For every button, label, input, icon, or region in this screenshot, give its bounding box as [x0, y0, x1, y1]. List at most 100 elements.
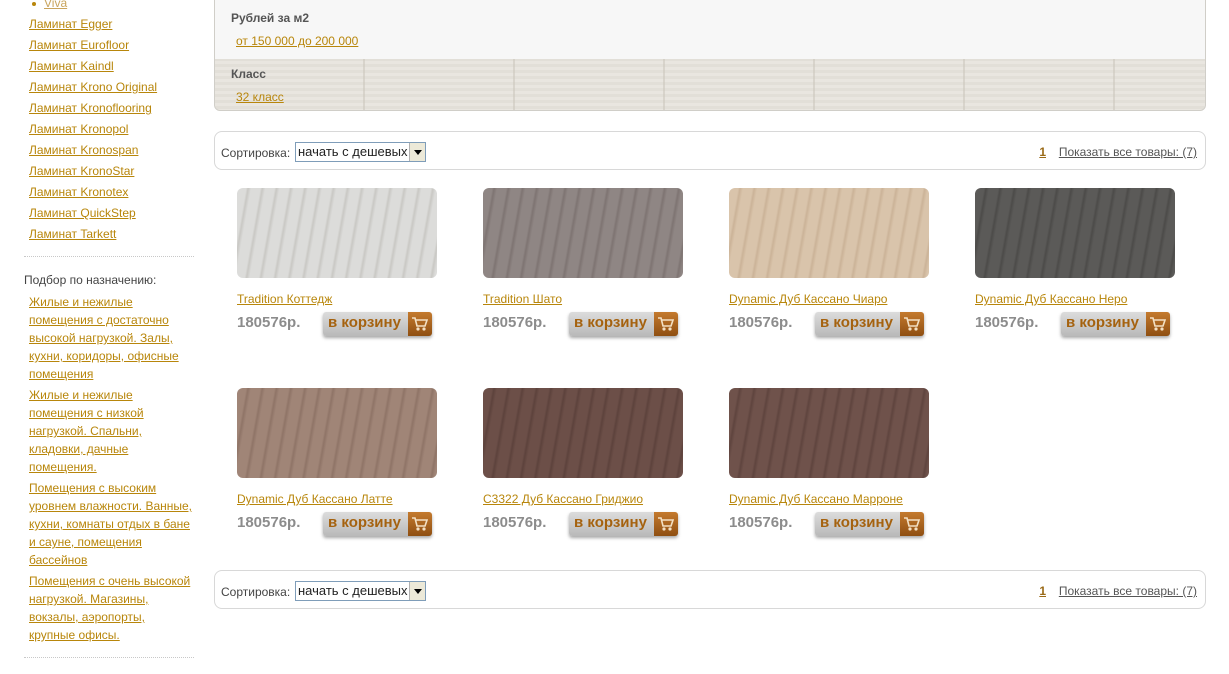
- add-to-cart-label: в корзину: [328, 314, 401, 331]
- product-name-link[interactable]: Dynamic Дуб Кассано Чиаро: [729, 292, 887, 306]
- cart-icon: [654, 512, 678, 536]
- cart-icon: [900, 312, 924, 336]
- brand-link[interactable]: Ламинат Kronotex: [29, 185, 128, 199]
- sort-bar-bottom: Сортировка: начать с дешевых 1 Показать …: [214, 570, 1206, 609]
- brand-link[interactable]: Ламинат Kronospan: [29, 143, 138, 157]
- filter-panel: Рублей за м2 от 150 000 до 200 000 Класс…: [214, 0, 1206, 111]
- product-image[interactable]: [483, 388, 683, 478]
- chevron-down-icon[interactable]: [409, 582, 425, 600]
- price-filter-link[interactable]: от 150 000 до 200 000: [236, 34, 358, 48]
- sort-label: Сортировка:: [221, 146, 291, 160]
- sort-label: Сортировка:: [221, 585, 291, 599]
- brand-link[interactable]: Ламинат QuickStep: [29, 206, 136, 220]
- add-to-cart-button[interactable]: в корзину: [569, 312, 678, 336]
- product-name-link[interactable]: Tradition Шато: [483, 292, 562, 306]
- product-name-link[interactable]: Dynamic Дуб Кассано Латте: [237, 492, 393, 506]
- show-all-link[interactable]: Показать все товары: (7): [1059, 145, 1197, 159]
- product-card: Dynamic Дуб Кассано Чиаро 180576р. в корзи…: [729, 188, 939, 348]
- add-to-cart-label: в корзину: [574, 314, 647, 331]
- brand-item-viva[interactable]: Viva: [32, 0, 67, 10]
- product-card: Dynamic Дуб Кассано Латте 180576р. в корзи…: [237, 388, 447, 548]
- brand-link[interactable]: Ламинат Kaindl: [29, 59, 114, 73]
- brand-item: Ламинат Kaindl: [29, 57, 157, 78]
- brand-link[interactable]: Ламинат Egger: [29, 17, 112, 31]
- brand-item: Ламинат QuickStep: [29, 204, 157, 225]
- product-price: 180576р.: [237, 514, 301, 531]
- brand-link-viva[interactable]: Viva: [44, 0, 67, 10]
- product-card: С3322 Дуб Кассано Гриджио 180576р. в корзи…: [483, 388, 693, 548]
- purpose-item: Жилые и нежилые помещения с достаточно в…: [29, 293, 194, 383]
- add-to-cart-button[interactable]: в корзину: [815, 512, 924, 536]
- purpose-link[interactable]: Жилые и нежилые помещения с достаточно в…: [29, 295, 179, 381]
- sort-select[interactable]: начать с дешевых: [295, 581, 426, 601]
- product-image[interactable]: [729, 388, 929, 478]
- add-to-cart-label: в корзину: [820, 514, 893, 531]
- purpose-item: Жилые и нежилые помещения с низкой нагру…: [29, 386, 194, 476]
- product-price: 180576р.: [729, 514, 793, 531]
- sort-select-value: начать с дешевых: [298, 144, 408, 159]
- add-to-cart-label: в корзину: [1066, 314, 1139, 331]
- brand-item: Ламинат Eurofloor: [29, 36, 157, 57]
- add-to-cart-button[interactable]: в корзину: [323, 312, 432, 336]
- brand-link[interactable]: Ламинат KronoStar: [29, 164, 134, 178]
- show-all-link[interactable]: Показать все товары: (7): [1059, 584, 1197, 598]
- purpose-link[interactable]: Помещения с высоким уровнем влажности. В…: [29, 481, 192, 567]
- product-card: Dynamic Дуб Кассано Неро 180576р. в корзин…: [975, 188, 1185, 348]
- add-to-cart-button[interactable]: в корзину: [569, 512, 678, 536]
- add-to-cart-button[interactable]: в корзину: [815, 312, 924, 336]
- cart-icon: [1146, 312, 1170, 336]
- product-card: Tradition Шато 180576р. в корзину: [483, 188, 693, 348]
- page-number-link[interactable]: 1: [1039, 584, 1046, 598]
- product-price: 180576р.: [975, 314, 1039, 331]
- product-image[interactable]: [483, 188, 683, 278]
- brand-item: Ламинат Kronoflooring: [29, 99, 157, 120]
- purpose-link[interactable]: Жилые и нежилые помещения с низкой нагру…: [29, 388, 144, 474]
- add-to-cart-label: в корзину: [820, 314, 893, 331]
- divider: [24, 256, 194, 257]
- brand-link[interactable]: Ламинат Krono Original: [29, 80, 157, 94]
- product-name-link[interactable]: Tradition Коттедж: [237, 292, 332, 306]
- divider: [24, 657, 194, 658]
- add-to-cart-button[interactable]: в корзину: [323, 512, 432, 536]
- sidebar: Viva Ламинат Egger Ламинат Eurofloor Лам…: [0, 0, 200, 674]
- purpose-list: Жилые и нежилые помещения с достаточно в…: [29, 293, 194, 647]
- product-price: 180576р.: [237, 314, 301, 331]
- product-image[interactable]: [975, 188, 1175, 278]
- add-to-cart-button[interactable]: в корзину: [1061, 312, 1170, 336]
- product-name-link[interactable]: Dynamic Дуб Кассано Неро: [975, 292, 1127, 306]
- brand-link[interactable]: Ламинат Eurofloor: [29, 38, 129, 52]
- cart-icon: [900, 512, 924, 536]
- product-price: 180576р.: [483, 514, 547, 531]
- brand-item: Ламинат Tarkett: [29, 225, 157, 246]
- purpose-link[interactable]: Помещения с очень высокой нагрузкой. Маг…: [29, 574, 190, 642]
- add-to-cart-label: в корзину: [574, 514, 647, 531]
- cart-icon: [408, 312, 432, 336]
- product-name-link[interactable]: Dynamic Дуб Кассано Марроне: [729, 492, 903, 506]
- sort-select[interactable]: начать с дешевых: [295, 142, 426, 162]
- brand-item: Ламинат KronoStar: [29, 162, 157, 183]
- brand-link[interactable]: Ламинат Tarkett: [29, 227, 116, 241]
- add-to-cart-label: в корзину: [328, 514, 401, 531]
- brand-item: Ламинат Kronospan: [29, 141, 157, 162]
- product-name-link[interactable]: С3322 Дуб Кассано Гриджио: [483, 492, 643, 506]
- chevron-down-icon[interactable]: [409, 143, 425, 161]
- bullet-icon: [32, 1, 36, 6]
- purpose-item: Помещения с очень высокой нагрузкой. Маг…: [29, 572, 194, 644]
- product-image[interactable]: [237, 188, 437, 278]
- brand-item: Ламинат Kronopol: [29, 120, 157, 141]
- product-price: 180576р.: [729, 314, 793, 331]
- product-image[interactable]: [729, 188, 929, 278]
- cart-icon: [408, 512, 432, 536]
- brand-item: Ламинат Egger: [29, 15, 157, 36]
- purpose-item: Помещения с высоким уровнем влажности. В…: [29, 479, 194, 569]
- cart-icon: [654, 312, 678, 336]
- brand-link[interactable]: Ламинат Kronopol: [29, 122, 128, 136]
- product-image[interactable]: [237, 388, 437, 478]
- brand-link[interactable]: Ламинат Kronoflooring: [29, 101, 152, 115]
- brand-item: Ламинат Kronotex: [29, 183, 157, 204]
- product-card: Dynamic Дуб Кассано Марроне 180576р. в кор…: [729, 388, 939, 548]
- class-filter-label: Класс: [231, 67, 266, 81]
- page-number-link[interactable]: 1: [1039, 145, 1046, 159]
- sort-select-value: начать с дешевых: [298, 583, 408, 598]
- class-filter-link[interactable]: 32 класс: [236, 90, 284, 104]
